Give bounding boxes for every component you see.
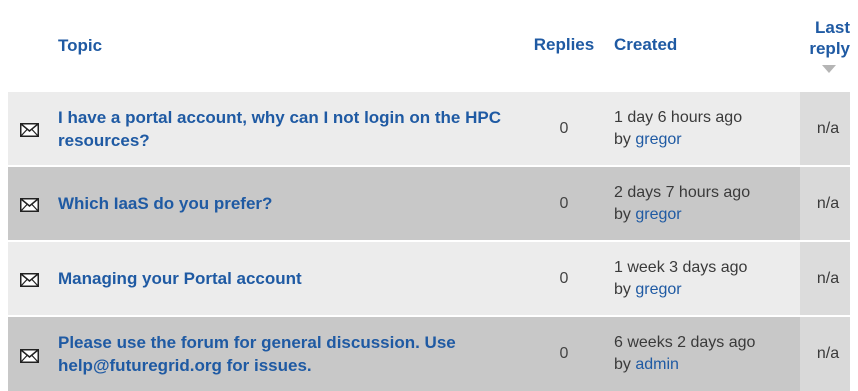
envelope-icon xyxy=(19,197,39,214)
created-time: 6 weeks 2 days ago xyxy=(614,334,756,351)
last-reply-value: n/a xyxy=(816,345,840,362)
author-link[interactable]: gregor xyxy=(635,131,681,148)
header-last-reply: Last reply xyxy=(800,0,850,91)
created-cell: 1 week 3 days ago by gregor xyxy=(604,240,800,316)
topic-title-link[interactable]: Please use the forum for general discuss… xyxy=(58,333,456,375)
last-reply-value: n/a xyxy=(816,269,840,287)
last-reply-cell: n/a xyxy=(800,240,850,316)
forum-topics-table: Topic Replies Created Last reply I have … xyxy=(8,0,850,391)
header-last-reply-line2: reply xyxy=(809,39,850,58)
created-cell: 6 weeks 2 days ago by admin xyxy=(604,315,800,391)
created-cell: 1 day 6 hours ago by gregor xyxy=(604,90,800,166)
topic-title-link[interactable]: Which IaaS do you prefer? xyxy=(58,194,272,213)
header-icon-cell xyxy=(8,0,50,91)
last-reply-value: n/a xyxy=(816,119,840,137)
table-row-2: Which IaaS do you prefer? 0 2 days 7 hou… xyxy=(8,165,850,241)
envelope-icon xyxy=(19,122,39,139)
replies-cell: 0 xyxy=(514,90,604,166)
header-replies: Replies xyxy=(514,0,604,91)
table-row-1: I have a portal account, why can I not l… xyxy=(8,90,850,166)
last-reply-cell: n/a xyxy=(800,315,850,391)
created-time: 1 week 3 days ago xyxy=(614,258,748,276)
topic-icon-cell xyxy=(8,240,50,316)
table-row-4: Please use the forum for general discuss… xyxy=(8,315,850,391)
created-by-prefix: by xyxy=(614,130,631,148)
author-link[interactable]: admin xyxy=(635,356,679,373)
topic-cell: Please use the forum for general discuss… xyxy=(50,315,514,391)
envelope-icon xyxy=(19,272,39,289)
replies-cell: 0 xyxy=(514,315,604,391)
table-header-row: Topic Replies Created Last reply xyxy=(8,0,850,91)
created-time: 1 day 6 hours ago xyxy=(614,108,743,126)
table-row-3: Managing your Portal account 0 1 week 3 … xyxy=(8,240,850,316)
author-link[interactable]: gregor xyxy=(635,206,681,223)
last-reply-value: n/a xyxy=(816,194,840,212)
topic-title-link[interactable]: Managing your Portal account xyxy=(58,269,302,288)
last-reply-cell: n/a xyxy=(800,90,850,166)
topic-icon-cell xyxy=(8,165,50,241)
header-created: Created xyxy=(604,0,800,91)
envelope-icon xyxy=(19,347,39,364)
created-by-prefix: by xyxy=(614,205,631,223)
created-by-prefix: by xyxy=(614,356,631,373)
sort-by-last-reply-link[interactable]: Last reply xyxy=(809,18,850,58)
replies-cell: 0 xyxy=(514,165,604,241)
topic-cell: Managing your Portal account xyxy=(50,240,514,316)
sort-by-replies-link[interactable]: Replies xyxy=(534,35,594,54)
topic-cell: I have a portal account, why can I not l… xyxy=(50,90,514,166)
header-topic: Topic xyxy=(50,0,514,91)
topic-title-link[interactable]: I have a portal account, why can I not l… xyxy=(58,108,501,150)
created-cell: 2 days 7 hours ago by gregor xyxy=(604,165,800,241)
replies-cell: 0 xyxy=(514,240,604,316)
author-link[interactable]: gregor xyxy=(635,281,681,298)
topic-icon-cell xyxy=(8,90,50,166)
topic-cell: Which IaaS do you prefer? xyxy=(50,165,514,241)
created-by-prefix: by xyxy=(614,280,631,298)
sort-by-topic-link[interactable]: Topic xyxy=(58,36,102,55)
sort-by-created-link[interactable]: Created xyxy=(614,35,677,54)
last-reply-cell: n/a xyxy=(800,165,850,241)
topic-icon-cell xyxy=(8,315,50,391)
created-time: 2 days 7 hours ago xyxy=(614,183,751,201)
header-last-reply-line1: Last xyxy=(815,18,850,37)
sort-descending-arrow-icon[interactable] xyxy=(822,65,836,73)
